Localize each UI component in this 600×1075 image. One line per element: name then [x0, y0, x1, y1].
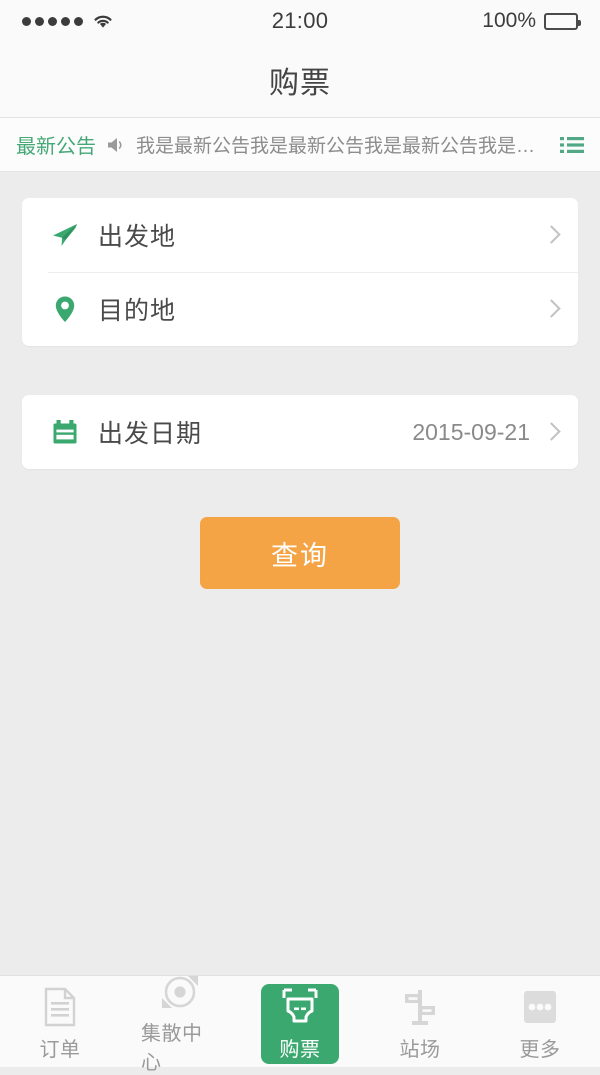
- departure-date-label: 出发日期: [98, 420, 203, 448]
- battery-percent-label: 100%: [482, 9, 536, 32]
- page-title: 购票: [269, 66, 331, 100]
- status-bar-right: 100%: [482, 9, 581, 33]
- tab-station[interactable]: 站场: [360, 976, 480, 1067]
- bottom-tab-bar: 订单 集散中心 购票 站场 更多: [0, 975, 600, 1074]
- tab-distribution-center-label: 集散中心: [141, 1022, 203, 1074]
- departure-label: 出发地: [98, 223, 177, 251]
- chevron-right-icon: [544, 297, 558, 321]
- ticket-icon: [278, 985, 322, 1029]
- chevron-right-icon: [544, 223, 558, 247]
- app-screen: 21:00 100% 购票 最新公告 我是最新公告我是最新公告我是最新公告我是最…: [0, 0, 600, 1074]
- tab-distribution-center[interactable]: 集散中心: [120, 975, 240, 1074]
- tab-distribution-center-inner: 集散中心: [141, 975, 219, 1074]
- speaker-icon: [106, 136, 126, 154]
- tab-orders-inner: 订单: [21, 984, 99, 1064]
- search-button-container: 查询: [22, 517, 578, 589]
- tab-buy-ticket[interactable]: 购票: [240, 976, 360, 1067]
- search-button[interactable]: 查询: [200, 517, 400, 589]
- date-card: 出发日期 2015-09-21: [22, 395, 578, 469]
- battery-full-icon: [544, 12, 581, 30]
- more-dots-icon: [518, 985, 562, 1029]
- announcement-bar[interactable]: 最新公告 我是最新公告我是最新公告我是最新公告我是最新公...: [0, 118, 600, 172]
- document-icon: [38, 985, 82, 1029]
- tab-more-inner: 更多: [501, 984, 579, 1064]
- tab-station-inner: 站场: [381, 984, 459, 1064]
- send-plane-icon: [48, 218, 82, 252]
- main-content: 出发地 目的地 出发日期 2015-09-21 查询: [0, 172, 600, 975]
- departure-row[interactable]: 出发地: [22, 198, 578, 272]
- tab-more-label: 更多: [519, 1039, 561, 1061]
- tab-more[interactable]: 更多: [480, 976, 600, 1067]
- signpost-icon: [398, 985, 442, 1029]
- nav-bar: 购票: [0, 42, 600, 118]
- destination-label: 目的地: [98, 297, 177, 325]
- target-circle-icon: [158, 973, 202, 1013]
- departure-date-row[interactable]: 出发日期 2015-09-21: [22, 395, 578, 469]
- map-pin-icon: [48, 292, 82, 326]
- destination-row[interactable]: 目的地: [22, 272, 578, 346]
- departure-date-value: 2015-09-21: [412, 418, 530, 445]
- location-card: 出发地 目的地: [22, 198, 578, 346]
- tab-orders[interactable]: 订单: [0, 976, 120, 1067]
- chevron-right-icon: [544, 420, 558, 444]
- list-icon[interactable]: [558, 133, 586, 157]
- status-bar: 21:00 100%: [0, 0, 600, 42]
- announcement-label: 最新公告: [16, 136, 96, 158]
- tab-station-label: 站场: [399, 1039, 441, 1061]
- announcement-text: 我是最新公告我是最新公告我是最新公告我是最新公...: [136, 136, 548, 157]
- tab-buy-ticket-inner: 购票: [261, 983, 339, 1064]
- tab-orders-label: 订单: [39, 1039, 81, 1061]
- calendar-icon: [48, 415, 82, 449]
- tab-buy-ticket-label: 购票: [279, 1039, 321, 1061]
